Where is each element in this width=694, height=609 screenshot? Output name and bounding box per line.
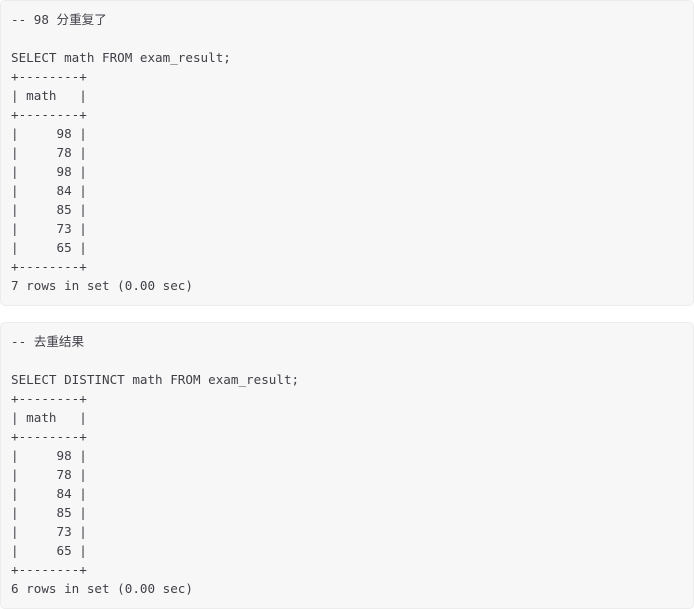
sql-console-output-duplicate[interactable]: -- 98 分重复了 SELECT math FROM exam_result;… xyxy=(11,10,683,295)
page-root: -- 98 分重复了 SELECT math FROM exam_result;… xyxy=(0,0,694,609)
code-block-distinct-values: -- 去重结果 SELECT DISTINCT math FROM exam_r… xyxy=(0,322,694,609)
sql-console-output-distinct[interactable]: -- 去重结果 SELECT DISTINCT math FROM exam_r… xyxy=(11,332,683,598)
code-block-duplicate-values: -- 98 分重复了 SELECT math FROM exam_result;… xyxy=(0,0,694,306)
